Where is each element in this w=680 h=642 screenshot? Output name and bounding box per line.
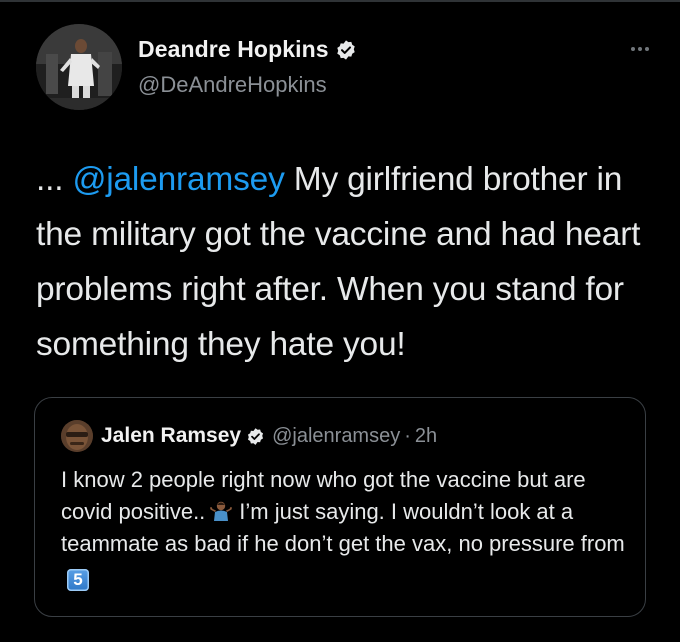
quoted-author-handle[interactable]: @jalenramsey [272,425,400,448]
quoted-tweet-header: Jalen Ramsey @jalenramsey · 2h [61,420,437,452]
quoted-tweet-text: I know 2 people right now who got the va… [61,464,627,592]
verified-badge-icon [246,427,265,446]
meta-separator: · [404,424,411,447]
tweet-header: Deandre Hopkins @DeAndreHopkins [36,24,656,114]
tweet-text-prefix: ... [36,161,73,198]
more-dot [631,47,635,51]
author-name-row: Deandre Hopkins [138,36,357,63]
top-divider [0,0,680,2]
quoted-avatar-photo [61,420,93,452]
quoted-tweet-card[interactable]: Jalen Ramsey @jalenramsey · 2h I know 2 … [34,397,646,617]
quoted-author-avatar[interactable] [61,420,93,452]
author-display-name[interactable]: Deandre Hopkins [138,36,329,63]
author-avatar[interactable] [36,24,122,110]
more-dot [638,47,642,51]
more-dot [645,47,649,51]
verified-badge-icon [335,39,357,61]
tweet-body-text: ... @jalenramsey My girlfriend brother i… [36,152,656,372]
more-options-icon[interactable] [622,36,658,62]
quoted-timestamp[interactable]: 2h [415,425,437,448]
avatar-photo [36,24,122,110]
author-handle[interactable]: @DeAndreHopkins [138,72,327,98]
mention-link[interactable]: @jalenramsey [72,161,284,198]
quoted-author-display-name[interactable]: Jalen Ramsey [101,424,241,448]
keycap-five-emoji: 5 [67,569,89,591]
person-shrugging-emoji [209,499,233,523]
